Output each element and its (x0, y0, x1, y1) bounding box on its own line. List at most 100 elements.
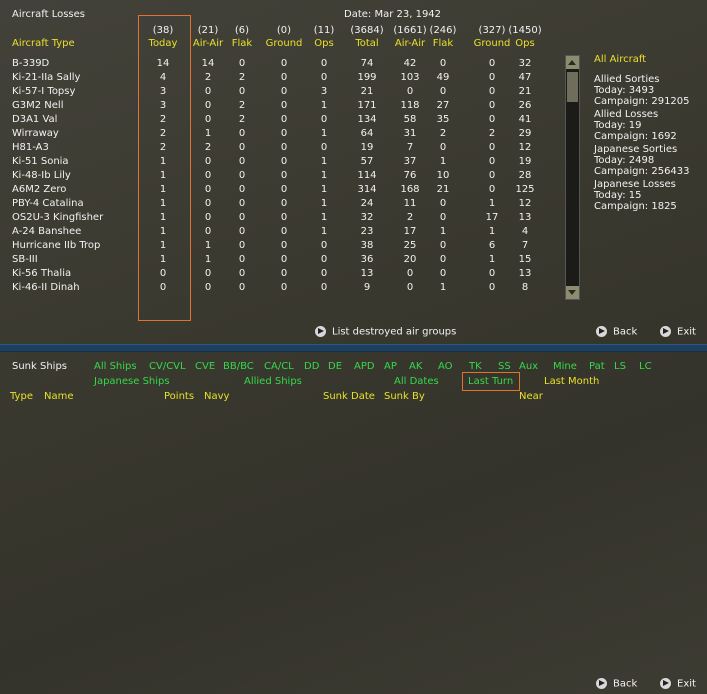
allied-losses-today: Today: 19 (594, 120, 642, 131)
loss-value: 0 (280, 254, 288, 265)
loss-value: 0 (238, 240, 246, 251)
ship-filter[interactable]: LC (639, 361, 652, 373)
col-type: Type (10, 391, 33, 402)
ship-filter[interactable]: DD (304, 361, 319, 373)
all-dates-filter[interactable]: All Dates (394, 376, 439, 388)
loss-value: 0 (238, 226, 246, 237)
loss-value: 23 (360, 226, 374, 237)
japanese-losses-campaign: Campaign: 1825 (594, 201, 677, 212)
japanese-sorties-title: Japanese Sorties (594, 144, 678, 155)
loss-value: 0 (280, 72, 288, 83)
table-row[interactable]: Ki-56 Thalia 0 0 0 0 0 13 0 0 0 13 (0, 267, 560, 281)
table-row[interactable]: Hurricane IIb Trop 1 1 0 0 0 38 25 0 6 7 (0, 239, 560, 253)
loss-value: 0 (280, 226, 288, 237)
scroll-thumb[interactable] (567, 72, 578, 102)
column-total: (246) (429, 25, 457, 36)
all-aircraft-link[interactable]: All Aircraft (594, 54, 646, 66)
ship-filter[interactable]: LS (614, 361, 626, 373)
col-name: Name (44, 391, 74, 402)
loss-value: 9 (363, 282, 371, 293)
ship-filter[interactable]: BB/BC (223, 361, 254, 373)
loss-value: 49 (436, 72, 450, 83)
loss-value: 199 (357, 72, 377, 83)
ship-filter[interactable]: Aux (519, 361, 538, 373)
scroll-up-button[interactable] (566, 56, 579, 69)
aircraft-name: D3A1 Val (12, 114, 58, 125)
loss-value: 125 (515, 184, 535, 195)
table-row[interactable]: Ki-21-IIa Sally 4 2 2 0 0 199 103 49 0 47 (0, 71, 560, 85)
loss-value: 15 (518, 254, 532, 265)
last-month-filter[interactable]: Last Month (544, 376, 599, 388)
loss-value: 2 (238, 72, 246, 83)
table-row[interactable]: Ki-48-Ib Lily 1 0 0 0 1 114 76 10 0 28 (0, 169, 560, 183)
ship-filter[interactable]: AK (409, 361, 422, 373)
ship-filter[interactable]: DE (328, 361, 342, 373)
loss-value: 19 (518, 156, 532, 167)
table-row[interactable]: A6M2 Zero 1 0 0 0 1 314 168 21 0 125 (0, 183, 560, 197)
loss-value: 0 (320, 142, 328, 153)
loss-value: 1 (320, 100, 328, 111)
ship-filter[interactable]: APD (354, 361, 375, 373)
list-destroyed-button[interactable]: List destroyed air groups (315, 326, 456, 339)
loss-value: 0 (439, 86, 447, 97)
column-header[interactable]: Flak (418, 38, 468, 50)
back-label: Back (613, 326, 638, 338)
loss-value: 171 (357, 100, 377, 111)
loss-value: 21 (360, 86, 374, 97)
ship-filter[interactable]: CV/CVL (149, 361, 186, 373)
date-label: Date: Mar 23, 1942 (344, 9, 442, 20)
loss-value: 0 (238, 268, 246, 279)
last-turn-filter[interactable]: Last Turn (468, 376, 513, 388)
play-icon (596, 678, 607, 689)
allied-losses-title: Allied Losses (594, 109, 659, 120)
table-row[interactable]: Ki-51 Sonia 1 0 0 0 1 57 37 1 0 19 (0, 155, 560, 169)
loss-value: 28 (518, 170, 532, 181)
table-row[interactable]: OS2U-3 Kingfisher 1 0 0 0 1 32 2 0 17 13 (0, 211, 560, 225)
exit-button-top[interactable]: Exit (660, 326, 696, 339)
table-row[interactable]: PBY-4 Catalina 1 0 0 0 1 24 11 0 1 12 (0, 197, 560, 211)
column-total: (3684) (350, 25, 384, 36)
loss-value: 38 (360, 240, 374, 251)
ship-filter[interactable]: All Ships (94, 361, 137, 373)
table-row[interactable]: Ki-46-II Dinah 0 0 0 0 0 9 0 1 0 8 (0, 281, 560, 295)
aircraft-name: SB-III (12, 254, 38, 265)
exit-button-bottom[interactable]: Exit (660, 678, 696, 691)
allied-sorties: Allied Sorties Today: 3493 Campaign: 291… (594, 74, 690, 107)
table-row[interactable]: Wirraway 2 1 0 0 1 64 31 2 2 29 (0, 127, 560, 141)
table-row[interactable]: G3M2 Nell 3 0 2 0 1 171 118 27 0 26 (0, 99, 560, 113)
loss-value: 26 (518, 100, 532, 111)
ship-filter[interactable]: Mine (553, 361, 577, 373)
table-row[interactable]: A-24 Banshee 1 0 0 0 1 23 17 1 1 4 (0, 225, 560, 239)
loss-value: 1 (320, 184, 328, 195)
ship-filter[interactable]: CA/CL (264, 361, 294, 373)
loss-value: 1 (320, 170, 328, 181)
loss-value: 12 (518, 198, 532, 209)
table-row[interactable]: B-339D 14 14 0 0 0 74 42 0 0 32 (0, 57, 560, 71)
sunk-ships-title: Sunk Ships (12, 361, 68, 372)
back-button-top[interactable]: Back (596, 326, 637, 339)
table-row[interactable]: D3A1 Val 2 0 2 0 0 134 58 35 0 41 (0, 113, 560, 127)
table-row[interactable]: Ki-57-I Topsy 3 0 0 0 3 21 0 0 0 21 (0, 85, 560, 99)
loss-value: 0 (280, 58, 288, 69)
ship-filter[interactable]: CVE (195, 361, 215, 373)
table-row[interactable]: SB-III 1 1 0 0 0 36 20 0 1 15 (0, 253, 560, 267)
loss-value: 32 (360, 212, 374, 223)
japanese-sorties-today: Today: 2498 (594, 155, 655, 166)
loss-value: 0 (280, 184, 288, 195)
loss-value: 0 (238, 282, 246, 293)
ship-filter[interactable]: AP (384, 361, 397, 373)
loss-value: 0 (280, 142, 288, 153)
allied-ships-filter[interactable]: Allied Ships (244, 376, 302, 388)
ship-filter[interactable]: AO (438, 361, 453, 373)
play-icon (315, 326, 326, 337)
scroll-down-button[interactable] (566, 286, 579, 299)
column-header[interactable]: Aircraft Type (12, 38, 75, 50)
arrow-down-icon (568, 290, 576, 295)
column-header[interactable]: Ops (500, 38, 550, 50)
table-row[interactable]: H81-A3 2 2 0 0 0 19 7 0 0 12 (0, 141, 560, 155)
loss-value: 0 (280, 128, 288, 139)
japanese-ships-filter[interactable]: Japanese Ships (94, 376, 170, 388)
back-button-bottom[interactable]: Back (596, 678, 637, 691)
table-scrollbar[interactable] (565, 55, 580, 300)
ship-filter[interactable]: Pat (589, 361, 605, 373)
